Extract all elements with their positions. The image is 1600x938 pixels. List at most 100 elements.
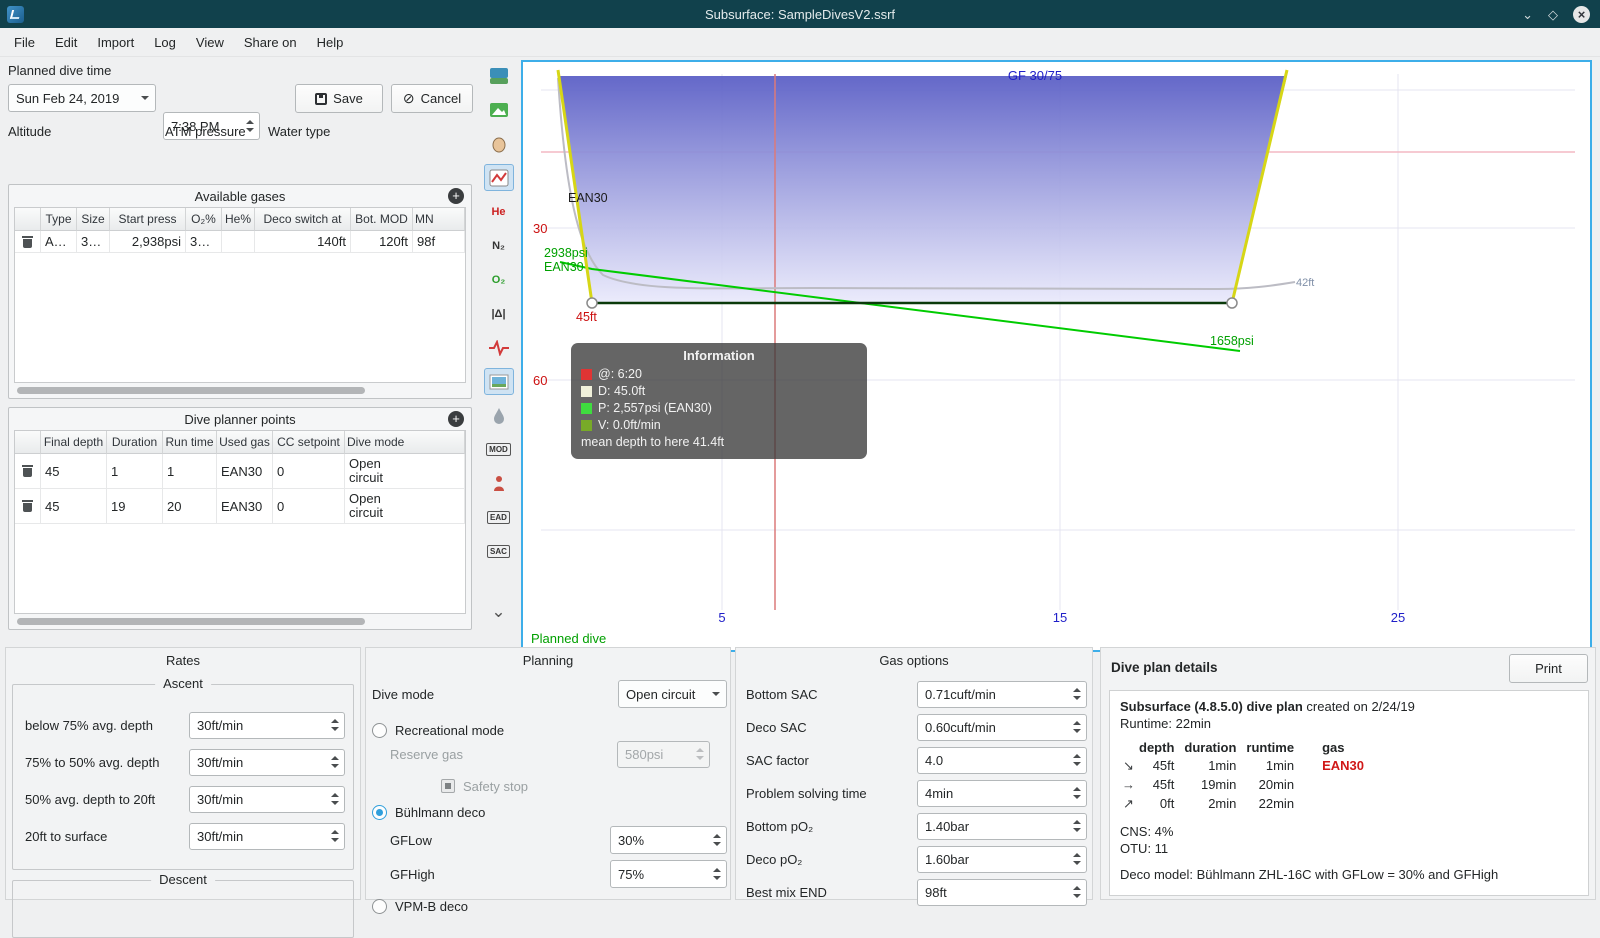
column-header[interactable]	[15, 431, 41, 454]
gases-horizontal-scrollbar[interactable]	[17, 387, 365, 394]
points-horizontal-scrollbar[interactable]	[17, 618, 365, 625]
spinner-arrows-icon[interactable]	[1073, 754, 1081, 766]
cancel-button[interactable]: ⊘ Cancel	[391, 84, 473, 113]
planner-point-row[interactable]: 45 1 1 EAN30 0 Open circuit	[15, 454, 465, 489]
gfhigh-input[interactable]: 75%	[610, 860, 727, 888]
delete-gas-icon[interactable]	[22, 235, 33, 248]
column-header[interactable]: CC setpoint	[273, 431, 345, 454]
vpmb-deco-radio[interactable]	[372, 898, 387, 914]
spinner-arrows-icon[interactable]	[1073, 820, 1081, 832]
planner-point-row[interactable]: 45 19 20 EAN30 0 Open circuit	[15, 489, 465, 524]
menu-item-import[interactable]: Import	[87, 30, 144, 55]
column-header[interactable]: Run time	[163, 431, 217, 454]
profile-handle[interactable]	[586, 297, 598, 309]
add-point-button[interactable]: +	[448, 411, 464, 427]
column-header[interactable]: O₂%	[186, 208, 222, 231]
sac-icon[interactable]: SAC	[484, 538, 514, 565]
spinner-arrows-icon[interactable]	[331, 719, 339, 731]
delete-point-icon[interactable]	[22, 500, 33, 512]
spinner-arrows-icon[interactable]	[713, 868, 721, 880]
column-header[interactable]: Used gas	[217, 431, 273, 454]
column-header[interactable]: Duration	[107, 431, 163, 454]
spinner-arrows-icon[interactable]	[1073, 787, 1081, 799]
deco-po2-input[interactable]: 1.60bar	[917, 845, 1087, 873]
column-header[interactable]: MN	[413, 208, 465, 231]
depth-scale-icon[interactable]	[484, 62, 514, 89]
save-button[interactable]: Save	[295, 84, 383, 113]
dive-profile-chart[interactable]: GF 30/75 30 60 5 15 25 EAN30 2938psi EAN…	[521, 60, 1592, 652]
gflow-input[interactable]: 30%	[610, 826, 727, 854]
ascent-rate-20ft-input[interactable]: 30ft/min	[189, 785, 345, 813]
start-pressure-label: 2938psi	[544, 246, 588, 260]
menu-item-edit[interactable]: Edit	[45, 30, 87, 55]
window-maximize-icon[interactable]: ◇	[1548, 8, 1558, 21]
delete-point-icon[interactable]	[22, 465, 33, 477]
profile-handle[interactable]	[1226, 297, 1238, 309]
spinner-arrows-icon[interactable]	[331, 756, 339, 768]
bottom-po2-input[interactable]: 1.40bar	[917, 812, 1087, 840]
column-header[interactable]: Start press	[110, 208, 186, 231]
pictures-icon[interactable]	[484, 96, 514, 123]
menu-item-file[interactable]: File	[4, 30, 45, 55]
bottom-sac-input[interactable]: 0.71cuft/min	[917, 680, 1087, 708]
spinner-arrows-icon[interactable]	[1073, 688, 1081, 700]
gas-table-row[interactable]: A… 3… 2,938psi 3… 140ft 120ft 98f	[15, 231, 465, 253]
titlebar[interactable]: Subsurface: SampleDivesV2.ssrf ⌄ ◇ ×	[0, 0, 1600, 28]
nitrogen-graph-icon[interactable]: N₂	[484, 232, 514, 259]
column-header[interactable]: Size	[77, 208, 110, 231]
photos-toggle-icon[interactable]	[483, 368, 514, 395]
ascent-rate-50-input[interactable]: 30ft/min	[189, 748, 345, 776]
deco-sac-input[interactable]: 0.60cuft/min	[917, 713, 1087, 741]
spinner-arrows-icon[interactable]	[1073, 721, 1081, 733]
spinner-arrows-icon[interactable]	[331, 793, 339, 805]
ceiling-icon[interactable]: |Δ|	[484, 300, 514, 327]
gas-density-icon[interactable]	[484, 402, 514, 429]
planned-dive-label: Planned dive	[531, 631, 606, 646]
spinner-arrows-icon[interactable]	[331, 830, 339, 842]
spinner-arrows-icon[interactable]	[1073, 886, 1081, 898]
print-button[interactable]: Print	[1509, 654, 1588, 683]
dive-date-select[interactable]: Sun Feb 24, 2019	[8, 84, 156, 112]
column-header[interactable]	[15, 208, 41, 231]
column-header[interactable]: Bot. MOD	[351, 208, 413, 231]
column-header[interactable]: He%	[222, 208, 255, 231]
helium-graph-icon[interactable]: He	[484, 198, 514, 225]
recreational-mode-radio[interactable]	[372, 722, 387, 738]
spinner-arrows-icon[interactable]	[246, 120, 254, 132]
gflow-label: GFLow	[390, 832, 432, 848]
buhlmann-deco-radio[interactable]	[372, 804, 387, 820]
dive-mode-select[interactable]: Open circuit	[618, 680, 727, 708]
gas-segment-label: EAN30	[568, 191, 608, 205]
heartrate-icon[interactable]	[484, 334, 514, 361]
window-close-icon[interactable]: ×	[1573, 5, 1590, 23]
pan-hand-icon[interactable]	[484, 130, 514, 157]
ascent-rate-surface-input[interactable]: 30ft/min	[189, 822, 345, 850]
partial-pressure-graph-icon[interactable]	[483, 164, 514, 191]
spinner-arrows-icon[interactable]	[713, 834, 721, 846]
oxygen-graph-icon[interactable]: O₂	[484, 266, 514, 293]
menu-item-help[interactable]: Help	[307, 30, 354, 55]
column-header[interactable]: Final depth	[41, 431, 107, 454]
ascent-rate-75-input[interactable]: 30ft/min	[189, 711, 345, 739]
sac-factor-input[interactable]: 4.0	[917, 746, 1087, 774]
menu-item-view[interactable]: View	[186, 30, 234, 55]
descent-title: Descent	[151, 872, 215, 887]
ead-icon[interactable]: EAD	[484, 504, 514, 531]
menubar: File Edit Import Log View Share on Help	[0, 28, 1600, 57]
recreational-mode-label: Recreational mode	[395, 722, 505, 738]
column-header[interactable]: Type	[41, 208, 77, 231]
problem-solving-time-input[interactable]: 4min	[917, 779, 1087, 807]
menu-item-log[interactable]: Log	[144, 30, 186, 55]
collapse-toolbar-icon[interactable]: ⌄	[484, 598, 514, 625]
column-header[interactable]: Deco switch at	[255, 208, 351, 231]
window-shade-icon[interactable]: ⌄	[1522, 8, 1533, 21]
column-header[interactable]: Dive mode	[345, 431, 465, 454]
mod-icon[interactable]: MOD	[484, 436, 514, 463]
spinner-arrows-icon[interactable]	[1073, 853, 1081, 865]
diver-icon[interactable]	[484, 470, 514, 497]
deco-sac-label: Deco SAC	[746, 719, 807, 735]
menu-item-share-on[interactable]: Share on	[234, 30, 307, 55]
best-mix-end-input[interactable]: 98ft	[917, 878, 1087, 906]
end-pressure-label: 1658psi	[1210, 334, 1254, 348]
add-gas-button[interactable]: +	[448, 188, 464, 204]
